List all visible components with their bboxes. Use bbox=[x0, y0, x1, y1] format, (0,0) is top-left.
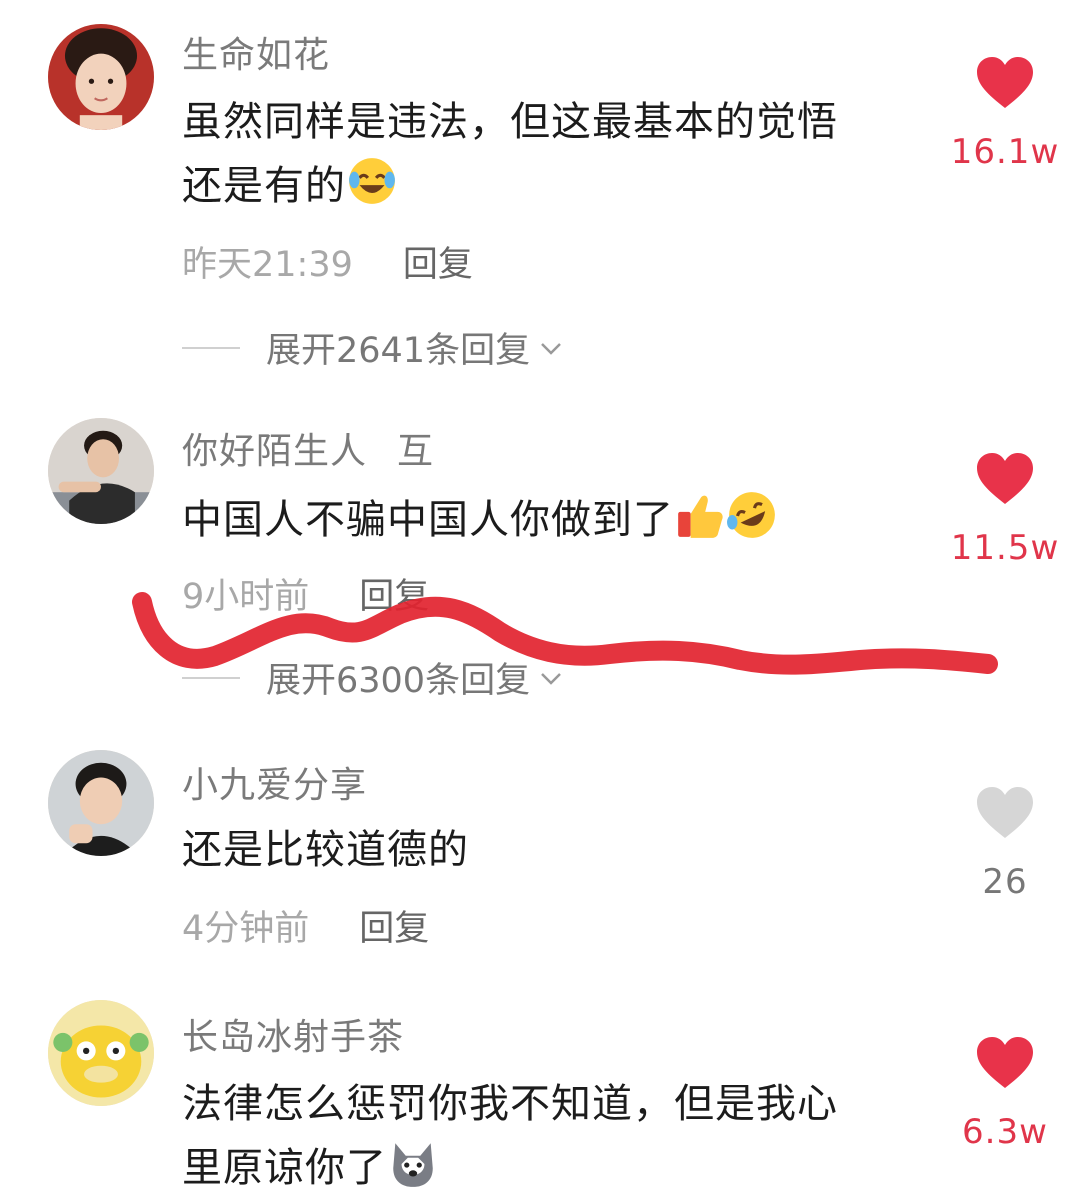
like-count: 26 bbox=[982, 862, 1028, 902]
heart-icon bbox=[977, 787, 1033, 838]
timestamp: 4分钟前 bbox=[182, 909, 310, 949]
expand-replies-button[interactable]: 展开2641条回复 bbox=[182, 322, 566, 373]
like-button[interactable]: 26 bbox=[950, 786, 1060, 902]
reply-button[interactable]: 回复 bbox=[359, 909, 429, 949]
comment-line: 还是有的 bbox=[182, 154, 922, 218]
expand-replies-label: 展开6300条回复 bbox=[266, 661, 531, 701]
comment-line: 还是比较道德的 bbox=[182, 827, 469, 873]
like-count: 11.5w bbox=[950, 528, 1060, 568]
reply-button[interactable]: 回复 bbox=[403, 245, 473, 285]
timestamp: 昨天21:39 bbox=[182, 245, 353, 285]
like-count: 16.1w bbox=[950, 132, 1060, 172]
husky-dog-emoji bbox=[387, 1137, 439, 1189]
thumbs-up-emoji bbox=[674, 489, 726, 541]
chevron-down-icon bbox=[541, 672, 561, 685]
comment-meta: 4分钟前 回复 bbox=[182, 900, 429, 951]
rofl-emoji bbox=[726, 489, 778, 541]
comment-text: 中国人不骗中国人你做到了 bbox=[182, 488, 922, 552]
like-button[interactable]: 16.1w bbox=[950, 56, 1060, 172]
divider bbox=[182, 346, 240, 349]
avatar[interactable] bbox=[48, 750, 154, 856]
expand-replies-button[interactable]: 展开6300条回复 bbox=[182, 652, 566, 703]
comment-text: 虽然同样是违法，但这最基本的觉悟 还是有的 bbox=[182, 90, 922, 218]
comment-meta: 9小时前 回复 bbox=[182, 568, 429, 619]
username[interactable]: 你好陌生人互 bbox=[182, 422, 434, 474]
username[interactable]: 小九爱分享 bbox=[182, 756, 367, 808]
timestamp: 9小时前 bbox=[182, 577, 310, 617]
chevron-down-icon bbox=[541, 342, 561, 355]
laugh-cry-emoji bbox=[346, 155, 398, 207]
like-button[interactable]: 6.3w bbox=[950, 1036, 1060, 1152]
comment-line: 中国人不骗中国人你做到了 bbox=[182, 488, 922, 552]
comment-line: 法律怎么惩罚你我不知道，但是我心 bbox=[182, 1081, 838, 1127]
like-count: 6.3w bbox=[962, 1112, 1048, 1152]
divider bbox=[182, 676, 240, 679]
avatar[interactable] bbox=[48, 1000, 154, 1106]
expand-replies-label: 展开2641条回复 bbox=[266, 331, 531, 371]
heart-icon bbox=[977, 453, 1033, 504]
comment-line: 里原谅你了 bbox=[182, 1136, 922, 1200]
heart-icon bbox=[977, 57, 1033, 108]
comment-text: 法律怎么惩罚你我不知道，但是我心 里原谅你了 bbox=[182, 1072, 922, 1200]
heart-icon bbox=[977, 1037, 1033, 1088]
username[interactable]: 长岛冰射手茶 bbox=[182, 1008, 404, 1060]
avatar[interactable] bbox=[48, 24, 154, 130]
comment-line: 虽然同样是违法，但这最基本的觉悟 bbox=[182, 99, 838, 145]
reply-button[interactable]: 回复 bbox=[359, 577, 429, 617]
like-button[interactable]: 11.5w bbox=[950, 452, 1060, 568]
comment-text: 还是比较道德的 bbox=[182, 818, 922, 882]
username[interactable]: 生命如花 bbox=[182, 26, 330, 78]
avatar[interactable] bbox=[48, 418, 154, 524]
comment-meta: 昨天21:39 回复 bbox=[182, 236, 473, 287]
mutual-follow-tag: 互 bbox=[397, 431, 435, 472]
